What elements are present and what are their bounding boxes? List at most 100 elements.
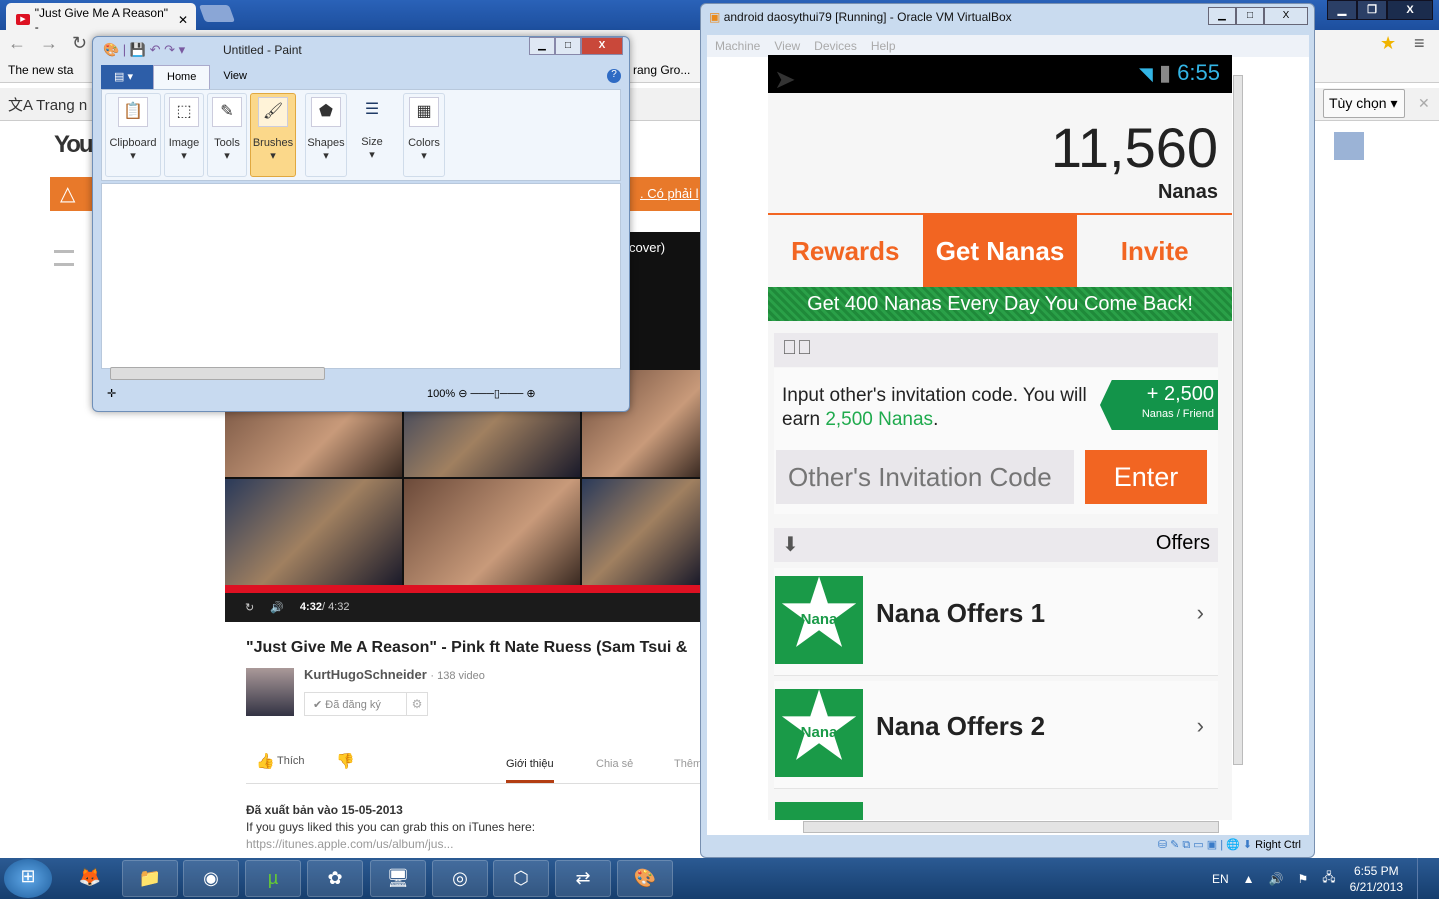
group-label: Clipboard	[109, 137, 157, 149]
vbox-title: ▣ android daosythui79 [Running] - Oracle…	[709, 10, 1012, 24]
menu-devices[interactable]: Devices	[814, 39, 857, 53]
offer-title: Nana Offers 2	[876, 711, 1046, 741]
offer-item[interactable]: Nana Nana Offers 2 ›	[774, 681, 1218, 789]
start-button[interactable]: ⊞	[4, 859, 52, 898]
video-progress-bar[interactable]	[225, 585, 700, 593]
teamviewer-icon[interactable]: ⇄	[555, 860, 611, 897]
action-center-icon[interactable]: ⚑	[1297, 872, 1308, 886]
tab-more[interactable]: Thêm	[674, 758, 702, 770]
clipboard-group[interactable]: 📋 Clipboard ▾	[105, 93, 161, 177]
channel-avatar[interactable]	[246, 668, 294, 716]
chrome-icon[interactable]: ◉	[183, 860, 239, 897]
wifi-icon: ◥	[1138, 64, 1153, 84]
vertical-scrollbar[interactable]	[1233, 75, 1243, 765]
bookmark-item[interactable]: rang Gro...	[633, 63, 690, 77]
channel-name[interactable]: KurtHugoSchneider	[304, 667, 427, 682]
paint-canvas[interactable]	[101, 183, 621, 369]
enter-button[interactable]: Enter	[1085, 450, 1207, 504]
tools-group[interactable]: ✎ Tools ▾	[207, 93, 247, 177]
firefox-icon[interactable]: 🦊	[62, 860, 118, 897]
language-indicator[interactable]: EN	[1212, 872, 1229, 886]
close-translate-icon[interactable]: ✕	[1418, 95, 1430, 112]
tab-share[interactable]: Chia sẻ	[596, 758, 633, 770]
close-tab-icon[interactable]: ✕	[178, 13, 188, 27]
star-icon[interactable]: ★	[1380, 33, 1396, 54]
reload-icon[interactable]: ↻	[72, 33, 87, 54]
image-group[interactable]: ⬚ Image ▾	[164, 93, 204, 177]
nana-star-icon: Nana	[775, 683, 863, 777]
menu-view[interactable]: View	[774, 39, 800, 53]
offers-label: Offers	[1155, 532, 1210, 554]
menu-machine[interactable]: Machine	[715, 39, 760, 53]
subscription-settings-icon[interactable]: ⚙	[406, 692, 428, 716]
minimize-button[interactable]: ▁	[529, 37, 555, 55]
player-controls: ↻ 🔊 4:32/ 4:32	[225, 593, 700, 622]
network-icon[interactable]: 🖧	[1322, 868, 1335, 889]
utorrent-icon[interactable]: µ	[245, 860, 301, 897]
app-icon[interactable]: ✿	[307, 860, 363, 897]
forward-icon[interactable]: →	[40, 33, 58, 54]
invitation-code-input[interactable]	[776, 450, 1074, 504]
offer-item[interactable]: Nana Nana Offers 1 ›	[774, 568, 1218, 676]
minimize-button[interactable]: ▁	[1327, 0, 1357, 20]
tab-get-nanas[interactable]: Get Nanas	[922, 215, 1078, 287]
tab-invite[interactable]: Invite	[1077, 215, 1232, 287]
maximize-button[interactable]: □	[1236, 7, 1264, 25]
horizontal-scrollbar[interactable]	[110, 367, 325, 380]
volume-icon[interactable]: 🔊	[1269, 872, 1284, 886]
back-icon[interactable]: ←	[8, 33, 26, 54]
like-icon[interactable]: 👍	[256, 752, 275, 770]
paint-icon[interactable]: 🎨	[617, 860, 673, 897]
invite-card: Input other's invitation code. You will …	[774, 368, 1218, 514]
dislike-icon[interactable]: 👎	[336, 752, 355, 770]
offer-item-partial[interactable]	[775, 802, 863, 820]
guide-menu-icon[interactable]	[54, 250, 74, 266]
restore-button[interactable]: ❐	[1357, 0, 1387, 20]
app-icon[interactable]: ◎	[432, 860, 488, 897]
maximize-button[interactable]: □	[555, 37, 581, 55]
tab-view[interactable]: View	[210, 65, 260, 89]
banner-link[interactable]: . Có phải l	[640, 186, 699, 201]
brushes-group[interactable]: 🖌 Brushes ▾	[250, 93, 296, 177]
horizontal-scrollbar[interactable]	[803, 821, 1219, 833]
remote-desktop-icon[interactable]: 🖥	[370, 860, 426, 897]
shapes-group[interactable]: ⬟ Shapes ▾	[305, 93, 347, 177]
zoom-slider[interactable]: ───▯───	[470, 388, 523, 400]
android-app: ◥ ▮ 6:55 11,560 Nanas Rewards Get Nanas …	[768, 55, 1232, 820]
translate-options-button[interactable]: Tùy chọn ▾	[1323, 89, 1405, 118]
zoom-in-icon[interactable]: ⊕	[526, 388, 535, 400]
close-button[interactable]: X	[581, 37, 623, 55]
youtube-logo[interactable]: You	[54, 131, 94, 159]
browser-tab[interactable]: ▶ "Just Give Me A Reason" - ✕	[6, 3, 196, 34]
star-label: Nana	[800, 611, 838, 628]
chevron-right-icon: ›	[1196, 713, 1204, 738]
user-avatar[interactable]	[1334, 132, 1364, 160]
minimize-button[interactable]: ▁	[1208, 7, 1236, 25]
colors-group[interactable]: ▦ Colors ▾	[403, 93, 445, 177]
new-tab-button[interactable]	[198, 5, 236, 22]
close-button[interactable]: X	[1387, 0, 1433, 20]
virtualbox-icon[interactable]: ⬡	[493, 860, 549, 897]
tab-rewards[interactable]: Rewards	[768, 215, 923, 287]
clock[interactable]: 6:55 PM 6/21/2013	[1350, 863, 1403, 895]
group-label: Size	[361, 136, 383, 148]
host-key: Right Ctrl	[1255, 839, 1301, 851]
help-icon[interactable]: ?	[607, 69, 621, 83]
tab-about[interactable]: Giới thiệu	[506, 758, 554, 783]
menu-icon[interactable]: ≡	[1414, 33, 1425, 54]
select-icon: ⬚	[169, 97, 199, 127]
close-button[interactable]: X	[1264, 7, 1308, 25]
volume-icon[interactable]: 🔊	[270, 601, 284, 614]
like-button[interactable]: Thích	[277, 755, 305, 767]
replay-icon[interactable]: ↻	[245, 601, 254, 614]
description-link[interactable]: https://itunes.apple.com/us/album/jus...	[246, 836, 535, 853]
show-hidden-icons[interactable]: ▲	[1243, 872, 1255, 886]
zoom-out-icon[interactable]: ⊖	[458, 388, 467, 400]
bookmark-item[interactable]: The new sta	[8, 63, 73, 77]
menu-help[interactable]: Help	[871, 39, 896, 53]
tab-home[interactable]: Home	[153, 65, 211, 89]
explorer-icon[interactable]: 📁	[122, 860, 178, 897]
paint-file-menu[interactable]: ▤ ▾	[101, 65, 153, 89]
show-desktop-button[interactable]	[1417, 858, 1429, 899]
size-group[interactable]: ☰ Size ▾	[350, 93, 394, 177]
